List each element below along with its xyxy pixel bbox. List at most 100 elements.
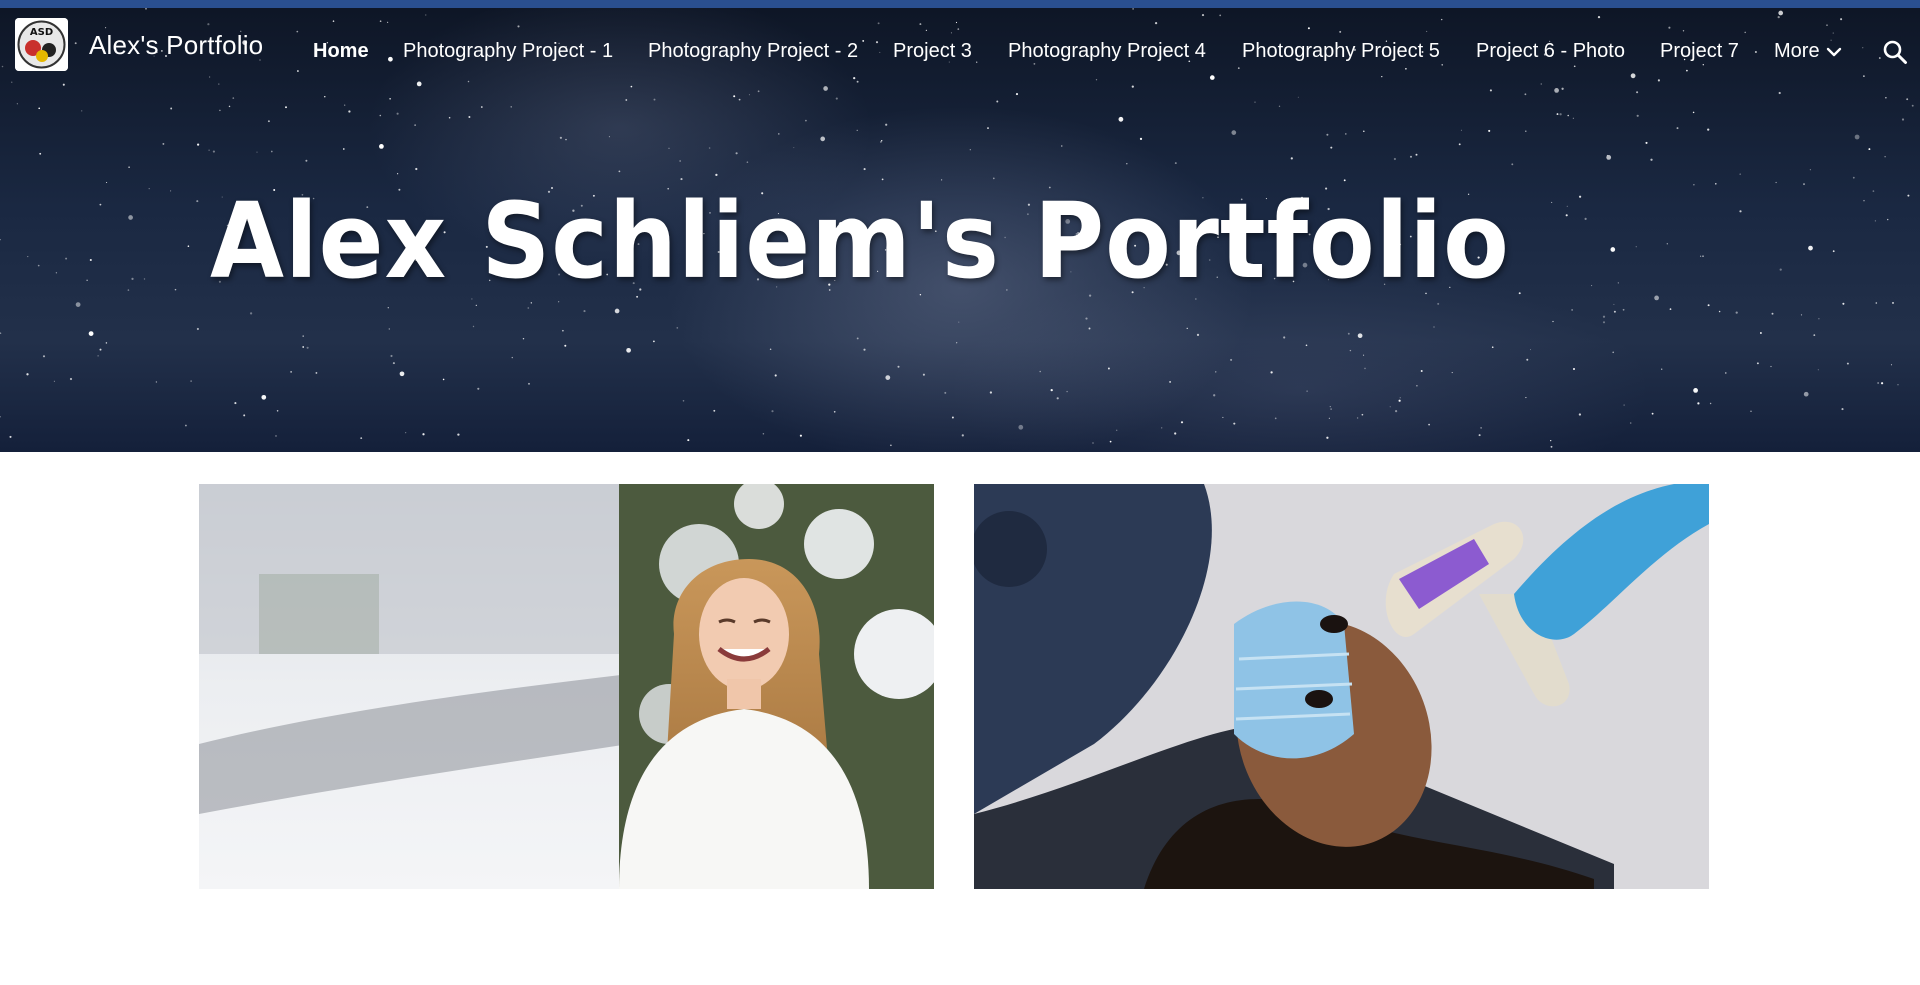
star xyxy=(170,107,173,110)
star xyxy=(162,142,165,145)
star xyxy=(267,120,270,123)
star xyxy=(771,410,774,413)
nav-item-home[interactable]: Home xyxy=(313,36,369,66)
star xyxy=(1606,155,1612,160)
star xyxy=(1433,326,1435,328)
star xyxy=(925,29,928,32)
star xyxy=(472,325,475,328)
star xyxy=(1415,153,1418,156)
star xyxy=(379,114,382,117)
star xyxy=(1572,117,1574,119)
star xyxy=(275,435,277,437)
star xyxy=(11,81,13,83)
star xyxy=(1215,371,1217,373)
star xyxy=(769,348,772,350)
star xyxy=(276,410,279,412)
star xyxy=(1115,429,1118,432)
star xyxy=(823,86,828,91)
star xyxy=(475,304,477,307)
star xyxy=(190,380,192,382)
star xyxy=(799,434,802,437)
star xyxy=(919,23,922,26)
nav-item-photography-project-4[interactable]: Photography Project 4 xyxy=(1008,36,1206,66)
star xyxy=(1237,67,1240,69)
nav-item-project-6-photo[interactable]: Project 6 - Photo xyxy=(1476,36,1625,66)
nav-item-project-3[interactable]: Project 3 xyxy=(893,36,972,66)
star xyxy=(1398,399,1401,402)
star xyxy=(1393,157,1396,161)
star xyxy=(1174,162,1177,165)
star xyxy=(1254,101,1256,103)
star xyxy=(9,435,12,438)
star xyxy=(1884,156,1886,158)
star xyxy=(1559,113,1562,116)
star xyxy=(1270,371,1273,374)
nav-item-project-7[interactable]: Project 7 xyxy=(1660,36,1739,66)
nav-item-photography-project-1[interactable]: Photography Project - 1 xyxy=(403,36,613,66)
star xyxy=(1699,255,1702,257)
star xyxy=(1524,93,1527,96)
star xyxy=(1326,436,1329,439)
star xyxy=(1222,416,1224,418)
star xyxy=(969,149,971,151)
star xyxy=(1771,312,1774,315)
star xyxy=(1428,423,1430,426)
star xyxy=(16,103,18,105)
star xyxy=(290,371,292,373)
star xyxy=(1511,163,1514,166)
search-icon[interactable] xyxy=(1882,39,1908,65)
star xyxy=(1818,318,1820,320)
star xyxy=(1725,372,1727,374)
nav-item-photography-project-2[interactable]: Photography Project - 2 xyxy=(648,36,858,66)
star xyxy=(128,166,130,169)
star xyxy=(305,159,308,162)
star xyxy=(1907,194,1910,197)
star xyxy=(1050,388,1053,392)
star xyxy=(99,348,102,351)
star xyxy=(679,160,681,162)
star xyxy=(212,150,215,153)
star xyxy=(1863,75,1865,77)
star xyxy=(1554,88,1559,93)
star xyxy=(143,278,146,280)
star xyxy=(1381,76,1383,78)
star xyxy=(1109,440,1112,443)
star xyxy=(510,106,512,108)
star xyxy=(155,381,158,383)
star xyxy=(1357,333,1363,339)
star xyxy=(1666,243,1668,245)
gallery-image-woman-in-snow[interactable] xyxy=(199,484,934,889)
star xyxy=(1868,148,1871,151)
star xyxy=(1085,317,1088,320)
star xyxy=(480,106,483,108)
star xyxy=(1420,370,1423,372)
star xyxy=(614,308,620,314)
star xyxy=(1702,255,1704,257)
star xyxy=(992,177,995,180)
star xyxy=(583,310,586,313)
star xyxy=(65,257,68,260)
star xyxy=(37,264,40,267)
star xyxy=(833,410,836,413)
star xyxy=(392,362,395,365)
star xyxy=(735,152,738,155)
star xyxy=(388,328,390,330)
star xyxy=(390,354,393,358)
star xyxy=(1571,309,1573,311)
star xyxy=(1676,127,1679,130)
star xyxy=(1416,385,1418,387)
star xyxy=(196,200,199,203)
star xyxy=(105,342,108,344)
star xyxy=(1744,31,1746,34)
gallery-image-temperature-check[interactable] xyxy=(974,484,1709,889)
nav-item-photography-project-5[interactable]: Photography Project 5 xyxy=(1242,36,1440,66)
star xyxy=(99,203,102,206)
star xyxy=(1529,349,1532,351)
nav-more-menu[interactable]: More xyxy=(1774,36,1842,66)
star xyxy=(1364,367,1366,370)
star xyxy=(1395,410,1398,413)
star xyxy=(1578,195,1582,198)
star xyxy=(232,97,235,99)
star xyxy=(1686,69,1688,72)
star xyxy=(1635,246,1637,248)
